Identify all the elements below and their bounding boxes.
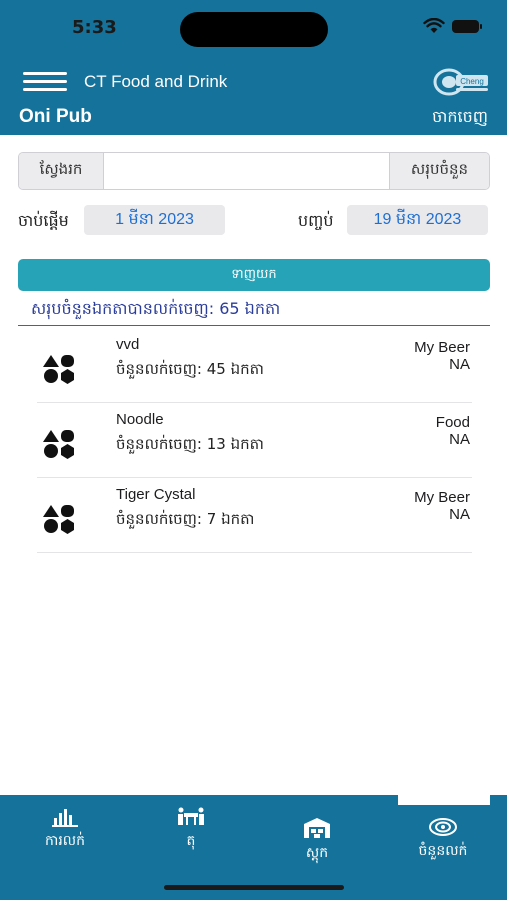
status-bar: 5:33 (0, 0, 507, 58)
active-tab-indicator (398, 795, 490, 805)
item-name: Noodle (116, 411, 164, 428)
wifi-icon (423, 18, 445, 33)
tab-sales[interactable]: ការលក់ (10, 807, 120, 887)
search-label: ស្វែងរក (19, 153, 104, 189)
list-item[interactable]: vvd ចំនួនលក់ចេញ: 45 ឯកតា My Beer NA (37, 328, 472, 403)
category-shapes-icon (43, 430, 74, 459)
tab-label: តុ (186, 833, 196, 849)
item-status: NA (449, 431, 470, 448)
start-date-label: ចាប់ផ្តើម (18, 211, 69, 230)
status-time: 5:33 (72, 17, 117, 38)
end-date-picker[interactable]: 19 មីនា 2023 (347, 205, 488, 235)
search-bar: ស្វែងរក សរុបចំនួន (18, 152, 490, 190)
app-title: CT Food and Drink (84, 72, 228, 91)
tab-sales-count[interactable]: ចំនួនលក់ (388, 817, 498, 897)
item-category: Food (435, 414, 470, 431)
battery-icon (452, 19, 482, 33)
item-name: vvd (116, 336, 140, 353)
dynamic-island (180, 12, 328, 47)
list-item[interactable]: Tiger Cystal ចំនួនលក់ចេញ: 7 ឯកតា My Beer… (37, 478, 472, 553)
item-status: NA (449, 506, 470, 523)
shop-name: Oni Pub (19, 106, 92, 127)
start-date-picker[interactable]: 1 មីនា 2023 (84, 205, 225, 235)
item-quantity: ចំនួនលក់ចេញ: 13 ឯកតា (116, 435, 264, 453)
item-quantity: ចំនួនលក់ចេញ: 7 ឯកតា (116, 510, 255, 528)
category-shapes-icon (43, 505, 74, 534)
list-item[interactable]: Noodle ចំនួនលក់ចេញ: 13 ឯកតា Food NA (37, 403, 472, 478)
item-name: Tiger Cystal (116, 486, 196, 503)
item-category: My Beer (414, 339, 470, 356)
home-indicator (164, 885, 344, 890)
item-quantity: ចំនួនលក់ចេញ: 45 ឯកតា (116, 360, 264, 378)
fetch-button[interactable]: ទាញយក (18, 259, 490, 291)
item-status: NA (449, 356, 470, 373)
company-logo: Cheng (433, 68, 488, 96)
item-category: My Beer (414, 489, 470, 506)
search-input[interactable] (104, 153, 389, 189)
summary-divider (18, 325, 490, 326)
hamburger-menu-icon[interactable] (23, 72, 67, 92)
end-date-label: បញ្ចប់ (298, 211, 334, 230)
status-icons (423, 18, 482, 34)
warehouse-icon (304, 818, 330, 838)
logout-button[interactable]: ចាកចេញ (432, 106, 488, 130)
tables-icon (178, 807, 204, 825)
sales-count-icon (429, 818, 457, 836)
sales-item-list: vvd ចំនួនលក់ចេញ: 45 ឯកតា My Beer NA Nood… (37, 328, 472, 553)
app-header: 5:33 CT Food and Drink Cheng Oni Pub ចាក… (0, 0, 507, 135)
tab-label: ការលក់ (45, 833, 85, 849)
total-button[interactable]: សរុបចំនួន (389, 153, 489, 189)
category-shapes-icon (43, 355, 74, 384)
bar-chart-icon (52, 809, 78, 827)
logo-text: Cheng (460, 77, 484, 86)
tab-label: ស្តុក (305, 845, 329, 861)
tab-label: ចំនួនលក់ (418, 843, 468, 859)
sales-summary: សរុបចំនួនឯកតាបានលក់ចេញ: 65 ឯកតា (31, 299, 281, 318)
tab-tables[interactable]: តុ (136, 807, 246, 887)
